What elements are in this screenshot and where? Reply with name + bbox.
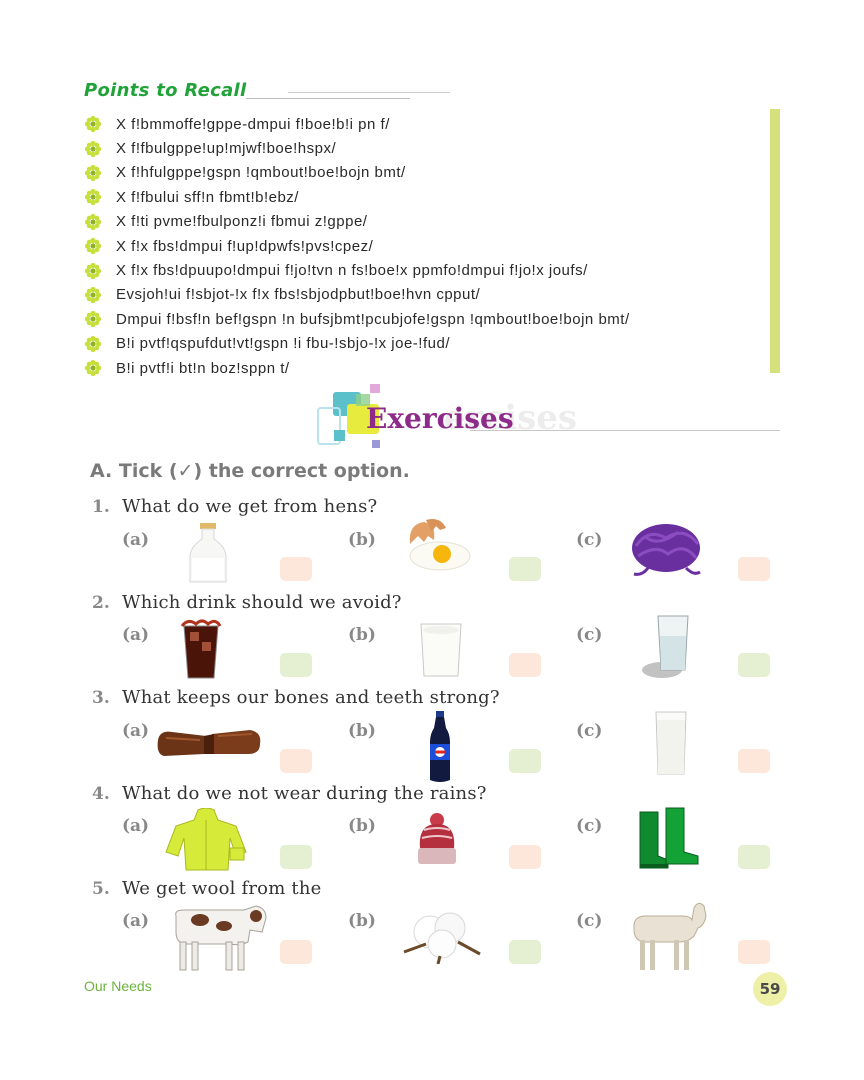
question-number: 4. <box>92 784 110 804</box>
answer-box[interactable] <box>738 940 770 964</box>
question-text: Which drink should we avoid? <box>122 592 402 613</box>
recall-text: Evsjoh!ui f!sbjot-!x f!x fbs!sbjodpbut!b… <box>116 286 481 304</box>
recall-text: X f!fbului sff!n fbmt!b!ebz/ <box>116 188 299 206</box>
question-text: What do we get from hens? <box>122 496 378 517</box>
milk-glass-icon <box>420 623 462 677</box>
answer-box[interactable] <box>280 845 312 869</box>
title-underline-upper <box>288 92 450 93</box>
list-item: B!i pvtf!i bt!n boz!sppn t/ <box>84 356 630 380</box>
answer-box[interactable] <box>280 653 312 677</box>
recall-text: X f!fbulgppe!up!mjwf!boe!hspx/ <box>116 140 337 158</box>
milk-bottle-icon <box>189 523 227 583</box>
flower-bullet-icon <box>84 189 102 206</box>
recall-side-bar <box>770 109 780 373</box>
flower-bullet-icon <box>84 262 102 279</box>
list-item: X f!x fbs!dpuupo!dmpui f!jo!tvn n fs!boe… <box>84 258 630 282</box>
broken-egg-icon <box>409 519 471 571</box>
question-text: What keeps our bones and teeth strong? <box>122 687 500 708</box>
answer-box[interactable] <box>738 557 770 581</box>
chapter-name: Our Needs <box>84 978 152 994</box>
answer-box[interactable] <box>509 940 541 964</box>
list-item: X f!fbulgppe!up!mjwf!boe!hspx/ <box>84 136 630 160</box>
answer-box[interactable] <box>509 749 541 773</box>
option-label: (c) <box>576 911 603 931</box>
recall-text: X f!ti pvme!fbulponz!i fbmui z!gppe/ <box>116 213 368 231</box>
list-item: Evsjoh!ui f!sbjot-!x f!x fbs!sbjodpbut!b… <box>84 283 630 307</box>
recall-text: Dmpui f!bsf!n bef!gspn !n bufsjbmt!pcubj… <box>116 310 630 328</box>
option-label: (c) <box>576 530 603 550</box>
flower-bullet-icon <box>84 286 102 304</box>
section-a-heading: A. Tick (✓) the correct option. <box>90 460 410 482</box>
recall-title: Points to Recall <box>84 80 247 101</box>
cola-glass-icon <box>180 619 222 679</box>
flower-bullet-icon <box>84 238 102 255</box>
list-item: X f!hfulgppe!gspn !qmbout!boe!bojn bmt/ <box>84 161 630 185</box>
answer-box[interactable] <box>280 940 312 964</box>
raincoat-icon <box>165 808 247 871</box>
list-item: B!i pvtf!qspufdut!vt!gspn !i fbu-!sbjo-!… <box>84 332 630 356</box>
answer-box[interactable] <box>738 653 770 677</box>
flower-bullet-icon <box>84 140 102 157</box>
option-label: (b) <box>348 625 376 645</box>
question-text: We get wool from the <box>122 878 322 899</box>
flower-bullet-icon <box>84 213 102 230</box>
recall-text: B!i pvtf!i bt!n boz!sppn t/ <box>116 359 290 377</box>
flower-bullet-icon <box>84 164 102 182</box>
sheep-icon <box>633 902 707 970</box>
list-item: Dmpui f!bsf!n bef!gspn !n bufsjbmt!pcubj… <box>84 307 630 331</box>
option-label: (b) <box>348 530 376 550</box>
chocolate-bar-icon <box>157 730 261 756</box>
option-label: (a) <box>122 721 150 741</box>
recall-list: X f!bmmoffe!gppe-dmpui f!boe!b!i pn f/ X… <box>84 112 630 380</box>
list-item: X f!ti pvme!fbulponz!i fbmui z!gppe/ <box>84 210 630 234</box>
soda-bottle-icon <box>430 711 450 782</box>
option-label: (a) <box>122 911 150 931</box>
recall-text: X f!bmmoffe!gppe-dmpui f!boe!b!i pn f/ <box>116 115 390 133</box>
flower-bullet-icon <box>84 311 102 328</box>
list-item: X f!fbului sff!n fbmt!b!ebz/ <box>84 185 630 209</box>
answer-box[interactable] <box>280 557 312 581</box>
question-number: 3. <box>92 688 110 708</box>
recall-text: X f!hfulgppe!gspn !qmbout!boe!bojn bmt/ <box>116 164 406 182</box>
milk-glass-icon <box>655 711 687 775</box>
recall-text: B!i pvtf!qspufdut!vt!gspn !i fbu-!sbjo-!… <box>116 335 450 353</box>
option-label: (b) <box>348 816 376 836</box>
exercises-title: Exercises <box>366 402 514 435</box>
woollen-cap-icon <box>418 813 456 864</box>
cow-icon <box>175 905 267 971</box>
water-glass-icon <box>642 615 689 678</box>
answer-box[interactable] <box>509 557 541 581</box>
option-label: (b) <box>348 721 376 741</box>
title-underline <box>246 98 410 99</box>
question-text: What do we not wear during the rains? <box>122 783 487 804</box>
recall-text: X f!x fbs!dmpui f!up!dpwfs!pvs!cpez/ <box>116 237 374 255</box>
option-label: (b) <box>348 911 376 931</box>
answer-box[interactable] <box>509 653 541 677</box>
question-number: 1. <box>92 497 110 517</box>
flower-bullet-icon <box>84 335 102 352</box>
answer-box[interactable] <box>738 749 770 773</box>
list-item: X f!bmmoffe!gppe-dmpui f!boe!b!i pn f/ <box>84 112 630 136</box>
option-label: (c) <box>576 721 603 741</box>
answer-box[interactable] <box>738 845 770 869</box>
question-number: 2. <box>92 593 110 613</box>
option-label: (a) <box>122 625 150 645</box>
cotton-boll-icon <box>403 912 481 964</box>
option-label: (a) <box>122 530 150 550</box>
option-label: (a) <box>122 816 150 836</box>
answer-box[interactable] <box>280 749 312 773</box>
answer-box[interactable] <box>509 845 541 869</box>
question-number: 5. <box>92 879 110 899</box>
purple-wool-icon <box>632 524 701 576</box>
gumboots-icon <box>639 807 699 869</box>
recall-text: X f!x fbs!dpuupo!dmpui f!jo!tvn n fs!boe… <box>116 262 588 280</box>
option-label: (c) <box>576 625 603 645</box>
page-number: 59 <box>753 972 787 1006</box>
flower-bullet-icon <box>84 359 102 377</box>
list-item: X f!x fbs!dmpui f!up!dpwfs!pvs!cpez/ <box>84 234 630 258</box>
option-label: (c) <box>576 816 603 836</box>
flower-bullet-icon <box>84 116 102 133</box>
